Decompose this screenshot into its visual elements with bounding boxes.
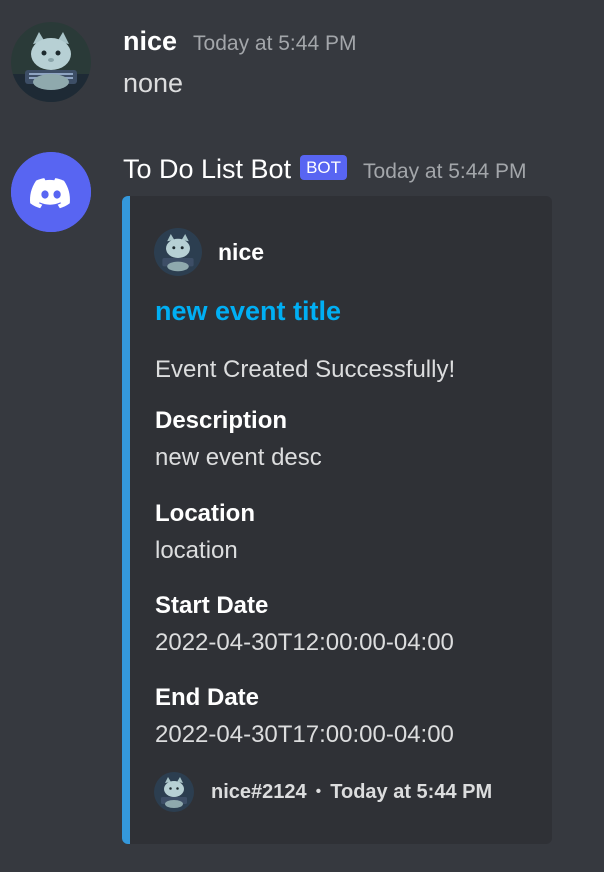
footer-separator: • (315, 783, 322, 800)
embed-title[interactable]: new event title (155, 296, 341, 327)
embed-author: nice (154, 228, 264, 276)
bot-username[interactable]: To Do List Bot (123, 154, 291, 185)
message-content: none (123, 68, 184, 98)
field-name: Start Date (155, 592, 269, 619)
field-name: Location (155, 500, 255, 527)
message-timestamp: Today at 5:44 PM (193, 32, 357, 55)
cat-avatar-icon (154, 772, 194, 812)
field-value: new event desc (155, 444, 322, 471)
field-value: 2022-04-30T12:00:00-04:00 (155, 629, 454, 656)
embed-footer: nice#2124 • Today at 5:44 PM (154, 772, 492, 812)
username[interactable]: nice (123, 26, 177, 57)
cat-avatar-icon[interactable] (11, 22, 91, 102)
embed-field-location: Location location (155, 500, 255, 565)
footer-timestamp: Today at 5:44 PM (330, 780, 493, 803)
message-timestamp: Today at 5:44 PM (363, 160, 527, 183)
footer-text: nice#2124 (211, 780, 307, 803)
event-embed: nice new event title Event Created Succe… (122, 196, 552, 844)
field-name: End Date (155, 684, 260, 711)
cat-avatar-icon (154, 228, 202, 276)
discord-logo-icon[interactable] (11, 152, 91, 232)
chat-messages: nice Today at 5:44 PM none To Do List Bo… (0, 0, 604, 872)
embed-field-description: Description new event desc (155, 407, 322, 472)
embed-description: Event Created Successfully! (155, 356, 456, 383)
field-value: 2022-04-30T17:00:00-04:00 (155, 721, 454, 748)
field-name: Description (155, 407, 288, 434)
bot-badge: BOT (300, 155, 348, 180)
embed-field-end-date: End Date 2022-04-30T17:00:00-04:00 (155, 684, 454, 749)
field-value: location (155, 537, 238, 564)
embed-author-name[interactable]: nice (218, 239, 264, 266)
embed-field-start-date: Start Date 2022-04-30T12:00:00-04:00 (155, 592, 454, 657)
